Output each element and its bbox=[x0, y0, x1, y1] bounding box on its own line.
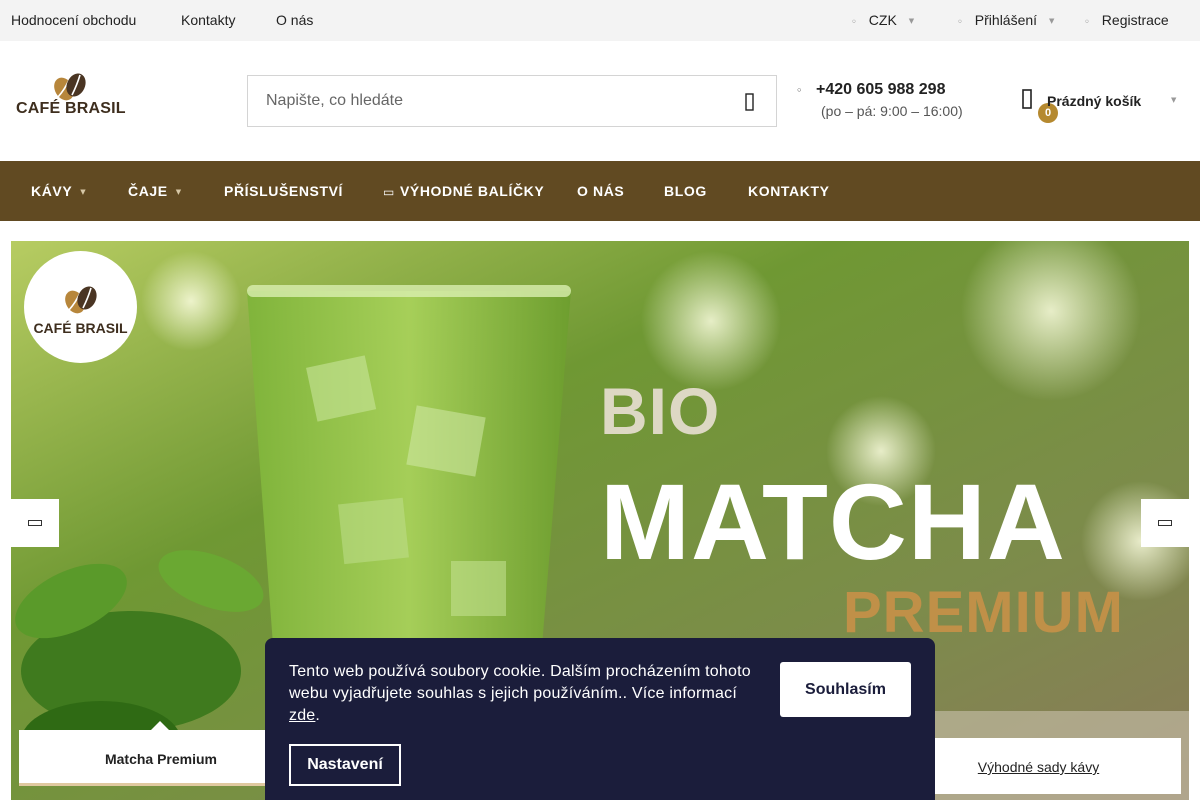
currency-label: CZK bbox=[868, 12, 897, 28]
nav-label: VÝHODNÉ BALÍČKY bbox=[399, 183, 545, 199]
nav-label: ČAJE bbox=[128, 183, 168, 199]
coffee-beans-icon bbox=[54, 73, 86, 101]
chevron-down-icon: ▼ bbox=[1048, 17, 1055, 25]
phone-icon: ◦ bbox=[796, 84, 803, 97]
cookie-suffix: . bbox=[315, 707, 321, 724]
nav-item-coffee[interactable]: KÁVY ▼ bbox=[31, 183, 86, 199]
search-input[interactable] bbox=[248, 76, 718, 126]
hero-logo-badge: CAFÉ BRASIL bbox=[24, 251, 137, 363]
hero-headline-matcha: MATCHA bbox=[600, 461, 1066, 582]
nav-label: KÁVY bbox=[31, 183, 73, 199]
hero-headline-bio: BIO bbox=[600, 374, 721, 448]
slide-tab-underline bbox=[19, 783, 303, 786]
link-about[interactable]: O nás bbox=[276, 12, 313, 28]
nav-item-blog[interactable]: BLOG bbox=[664, 183, 707, 199]
coffee-beans-icon bbox=[65, 286, 97, 314]
hero-headline-premium: PREMIUM bbox=[843, 580, 1124, 645]
cart-button[interactable]: 0 Prázdný košík ▼ bbox=[1020, 84, 1190, 124]
chevron-left-icon bbox=[28, 520, 42, 526]
cookie-settings-button[interactable]: Nastavení bbox=[289, 744, 401, 786]
chevron-down-icon: ▼ bbox=[175, 188, 182, 196]
nav-item-tea[interactable]: ČAJE ▼ bbox=[128, 183, 182, 199]
chevron-right-icon bbox=[1158, 520, 1172, 526]
cookie-text: Tento web používá soubory cookie. Dalším… bbox=[289, 663, 751, 702]
cookie-message: Tento web používá soubory cookie. Dalším… bbox=[289, 661, 759, 727]
cart-label: Prázdný košík bbox=[1047, 93, 1142, 109]
globe-icon: ◦ bbox=[851, 17, 857, 28]
opening-hours: (po – pá: 9:00 – 16:00) bbox=[821, 103, 963, 119]
chevron-down-icon: ▼ bbox=[908, 17, 915, 25]
cookie-accept-button[interactable]: Souhlasím bbox=[780, 662, 911, 717]
tag-icon: ▭ bbox=[383, 185, 395, 199]
cart-icon bbox=[1022, 89, 1032, 109]
slide-tab-label: Výhodné sady kávy bbox=[977, 759, 1100, 775]
cookie-more-link[interactable]: zde bbox=[289, 707, 315, 724]
site-logo[interactable]: CAFÉ BRASIL bbox=[16, 72, 128, 122]
nav-item-contacts[interactable]: KONTAKTY bbox=[748, 183, 830, 199]
nav-item-bundles[interactable]: ▭ VÝHODNÉ BALÍČKY bbox=[383, 183, 544, 199]
chevron-down-icon: ▼ bbox=[80, 188, 87, 196]
main-nav: KÁVY ▼ ČAJE ▼ PŘÍSLUŠENSTVÍ ▭ VÝHODNÉ BALÍČ… bbox=[0, 161, 1200, 221]
top-bar: Hodnocení obchodu Kontakty O nás ◦ CZK ▼… bbox=[0, 0, 1200, 41]
phone-number[interactable]: +420 605 988 298 bbox=[816, 81, 945, 99]
nav-item-about[interactable]: O NÁS bbox=[577, 183, 624, 199]
slider-prev-button[interactable] bbox=[11, 499, 59, 547]
slider-next-button[interactable] bbox=[1141, 499, 1189, 547]
nav-item-accessories[interactable]: PŘÍSLUŠENSTVÍ bbox=[224, 183, 343, 199]
active-indicator bbox=[151, 721, 169, 730]
register-link[interactable]: ◦ Registrace bbox=[1084, 12, 1169, 28]
register-icon: ◦ bbox=[1084, 17, 1090, 28]
login-link[interactable]: ◦ Přihlášení ▼ bbox=[957, 12, 1054, 28]
currency-selector[interactable]: ◦ CZK ▼ bbox=[851, 12, 914, 28]
search-box bbox=[247, 75, 777, 127]
chevron-down-icon: ▼ bbox=[1171, 96, 1177, 104]
search-icon[interactable] bbox=[738, 90, 762, 114]
user-icon: ◦ bbox=[957, 17, 963, 28]
slide-tab-coffee-sets[interactable]: Výhodné sady kávy bbox=[896, 738, 1181, 794]
login-label: Přihlášení bbox=[974, 12, 1038, 28]
hero-logo-text: CAFÉ BRASIL bbox=[33, 320, 128, 336]
register-label: Registrace bbox=[1101, 12, 1169, 28]
link-store-rating[interactable]: Hodnocení obchodu bbox=[11, 12, 136, 28]
logo-text: CAFÉ BRASIL bbox=[16, 100, 126, 117]
slide-tab-matcha[interactable]: Matcha Premium bbox=[19, 721, 303, 786]
link-contacts[interactable]: Kontakty bbox=[181, 12, 235, 28]
cookie-banner: Tento web používá soubory cookie. Dalším… bbox=[265, 638, 935, 800]
slide-tab-label: Matcha Premium bbox=[104, 751, 218, 767]
